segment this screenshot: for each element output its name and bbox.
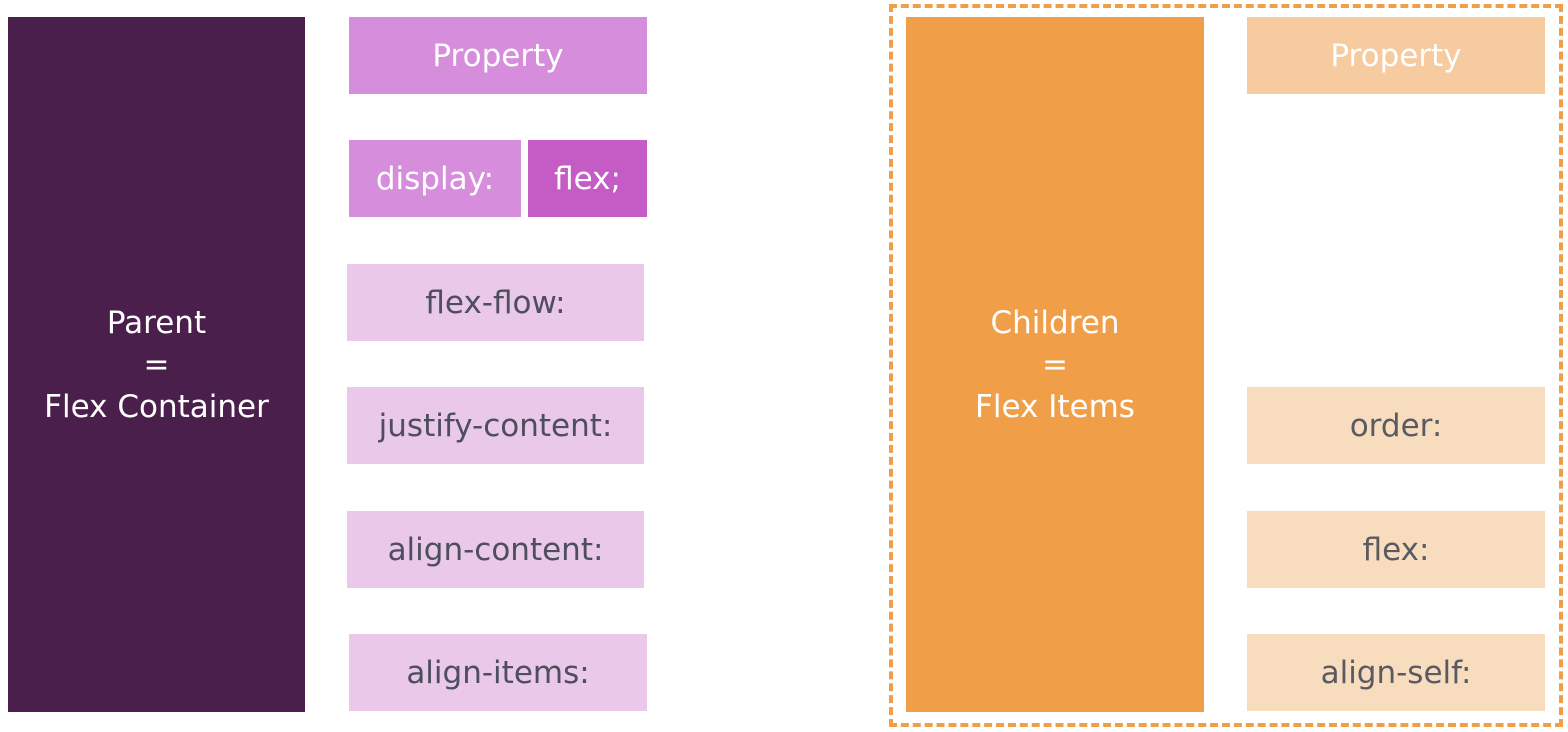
display-property: display: (349, 140, 521, 217)
flex-container-label: Flex Container (44, 388, 269, 425)
flex-property: flex: (1247, 511, 1545, 588)
justify-content-property: justify-content: (347, 387, 644, 464)
flex-items-label: Flex Items (975, 388, 1135, 425)
order-property: order: (1247, 387, 1545, 464)
children-flex-items-block: Children = Flex Items (906, 17, 1204, 712)
parent-property-header: Property (349, 17, 647, 94)
children-property-header: Property (1247, 17, 1545, 94)
display-value-flex: flex; (528, 140, 647, 217)
align-content-property: align-content: (347, 511, 644, 588)
parent-flex-container-block: Parent = Flex Container (8, 17, 305, 712)
align-items-property: align-items: (349, 634, 647, 711)
children-label: Children (990, 304, 1120, 341)
parent-label: Parent (106, 304, 207, 341)
align-self-property: align-self: (1247, 634, 1545, 711)
parent-equals: = (143, 346, 170, 383)
flex-flow-property: flex-flow: (347, 264, 644, 341)
children-equals: = (1042, 346, 1068, 383)
